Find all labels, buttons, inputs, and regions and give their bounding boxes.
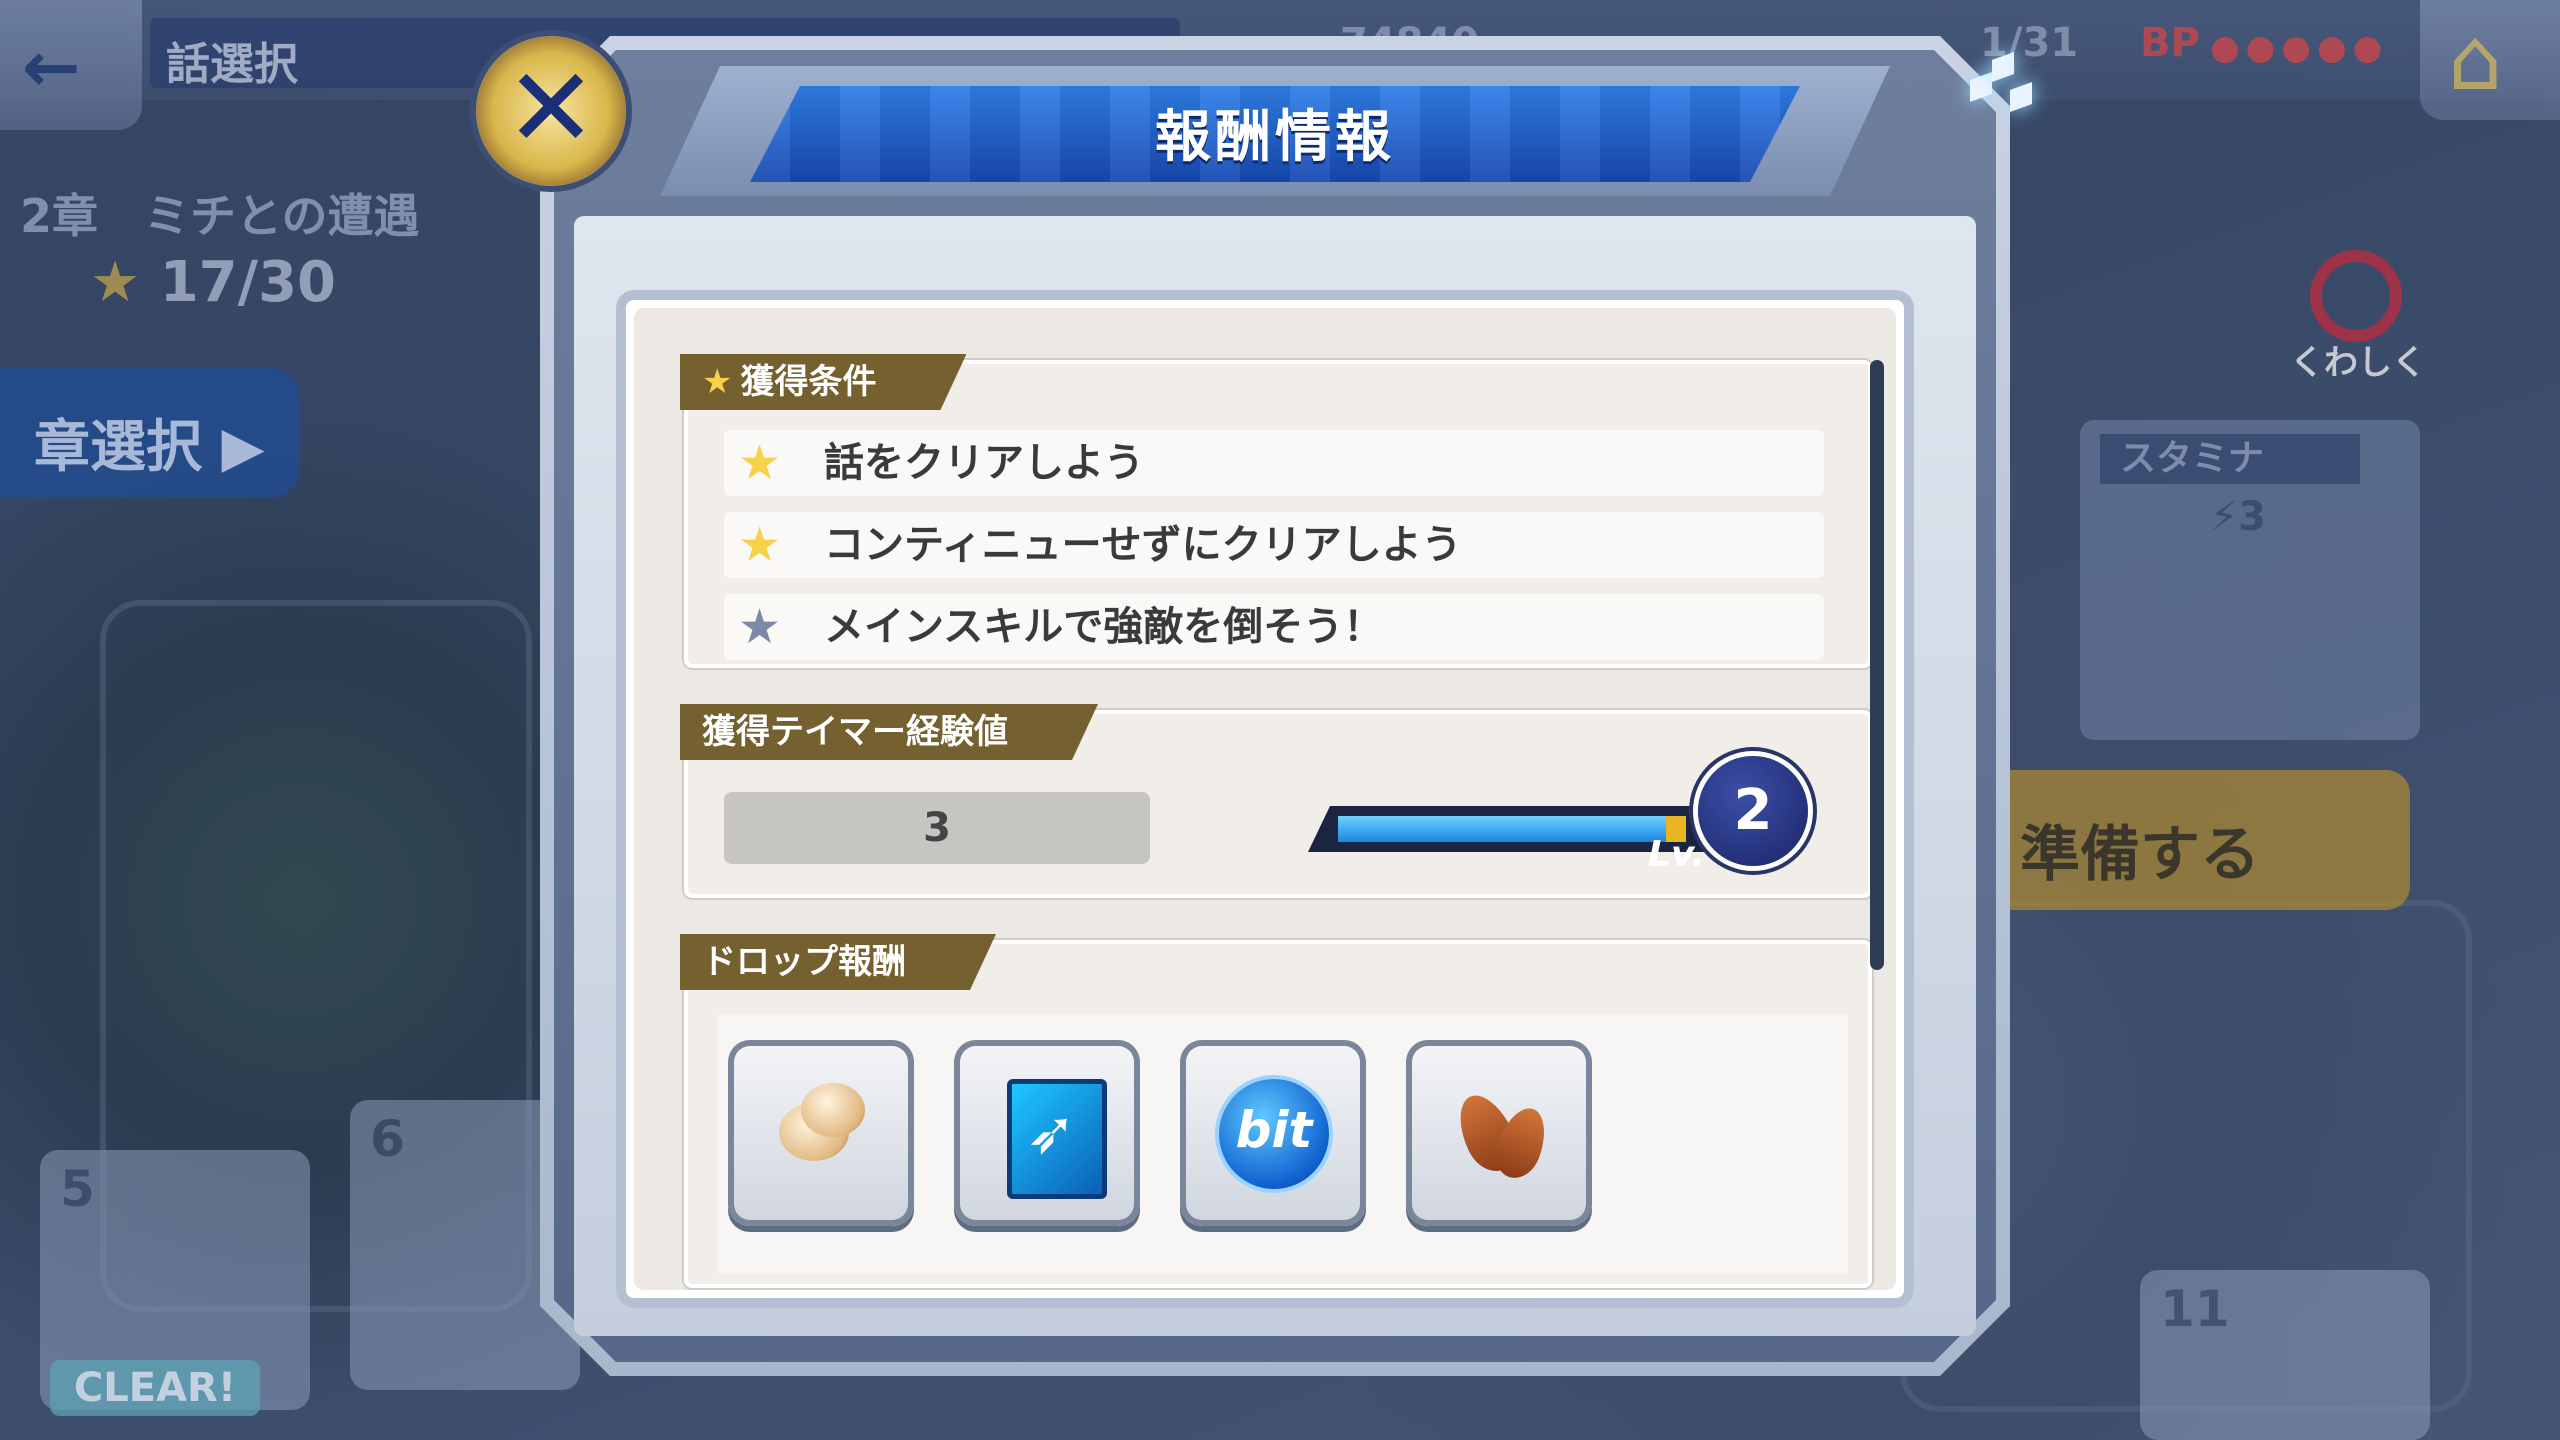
detail-button[interactable]: くわしく [2290, 250, 2430, 383]
drop-item[interactable]: ➶ [954, 1040, 1140, 1226]
clear-badge: CLEAR! [50, 1360, 260, 1416]
stage-number: 5 [60, 1160, 95, 1218]
condition-star-icon: ★ [738, 435, 782, 491]
chapter-star-count: ★ 17/30 [90, 250, 336, 315]
home-button[interactable]: ⌂ [2420, 0, 2560, 120]
stage-number: 6 [370, 1110, 405, 1168]
dialog-header: 報酬情報 [660, 66, 1890, 196]
condition-row: ★ 話をクリアしよう [724, 430, 1824, 496]
close-button[interactable]: ✕ [476, 36, 626, 186]
prepare-label: 準備する [2020, 820, 2260, 890]
detail-label: くわしく [2290, 343, 2426, 383]
condition-row: ★ メインスキルで強敵を倒そう！ [724, 594, 1824, 660]
conditions-section: ★ 獲得条件 ★ 話をクリアしよう ★ コンティニューせずにクリアしよう ★ メイ… [684, 360, 1872, 668]
condition-star-icon: ★ [738, 517, 782, 573]
drop-item[interactable]: bit [1180, 1040, 1366, 1226]
chapter-select-label: 章選択 ▶ [34, 415, 265, 480]
experience-header: 獲得テイマー経験値 [680, 704, 1098, 760]
bit-label: bit [1235, 1101, 1313, 1159]
condition-text: 話をクリアしよう [824, 440, 1144, 486]
drop-item[interactable] [1406, 1040, 1592, 1226]
conditions-header: ★ 獲得条件 [680, 354, 966, 410]
sparkle-decoration [1970, 46, 2032, 126]
chapter-select-button[interactable]: 章選択 ▶ [0, 368, 300, 498]
dialog-title: 報酬情報 [1155, 105, 1395, 170]
drop-item[interactable] [728, 1040, 914, 1226]
crossbow-card-icon: ➶ [977, 1063, 1117, 1203]
bp-dots: ●●●●● [2210, 28, 2389, 68]
home-icon: ⌂ [2448, 10, 2503, 110]
prepare-button[interactable]: 準備する [1960, 770, 2410, 910]
drop-rewards-section: ドロップ報酬 ➶ bit [684, 940, 1872, 1288]
condition-star-icon: ★ [738, 599, 782, 655]
stamina-card: スタミナ ⚡3 [2080, 420, 2420, 740]
level-label: Lv. [1648, 834, 1706, 875]
drop-items-list: ➶ bit [718, 1014, 1848, 1274]
star-icon: ★ [702, 362, 733, 402]
eggs-icon [751, 1063, 891, 1203]
experience-section: 獲得テイマー経験値 3 Lv. 2 [684, 710, 1872, 898]
condition-row: ★ コンティニューせずにクリアしよう [724, 512, 1824, 578]
stage-card[interactable]: 11 [2140, 1270, 2430, 1440]
reward-panel-scroll[interactable]: ★ 獲得条件 ★ 話をクリアしよう ★ コンティニューせずにクリアしよう ★ メイ… [634, 308, 1896, 1290]
level-gauge-fill [1338, 816, 1666, 842]
star-icon: ★ [90, 250, 141, 315]
drop-rewards-header: ドロップ報酬 [680, 934, 996, 990]
star-count-text: 17/30 [159, 250, 337, 315]
stamina-label: スタミナ [2100, 434, 2360, 484]
conditions-header-text: 獲得条件 [740, 362, 877, 402]
experience-value: 3 [724, 792, 1150, 864]
chapter-title: 2章 ミチとの遭遇 [20, 189, 420, 243]
bp-label: BP [2140, 20, 2200, 66]
close-icon: ✕ [504, 44, 598, 172]
scrollbar[interactable] [1870, 360, 1884, 970]
bit-coin-icon: bit [1203, 1063, 1343, 1203]
almonds-icon [1429, 1063, 1569, 1203]
screen-title: 話選択 [166, 39, 298, 90]
back-button[interactable]: ← [0, 0, 142, 130]
reward-panel: ★ 獲得条件 ★ 話をクリアしよう ★ コンティニューせずにクリアしよう ★ メイ… [616, 290, 1914, 1308]
stage-number: 11 [2160, 1280, 2230, 1338]
reward-info-dialog: 報酬情報 ✕ ★ 獲得条件 ★ 話をクリアしよう ★ コンティニューせずにクリアし… [476, 36, 2032, 1376]
condition-text: コンティニューせずにクリアしよう [824, 522, 1462, 568]
condition-text: メインスキルで強敵を倒そう！ [824, 604, 1384, 650]
stamina-value: ⚡3 [2210, 494, 2266, 540]
back-arrow-icon: ← [22, 26, 81, 108]
level-badge: 2 [1698, 756, 1808, 866]
magnifier-icon [2310, 250, 2402, 342]
